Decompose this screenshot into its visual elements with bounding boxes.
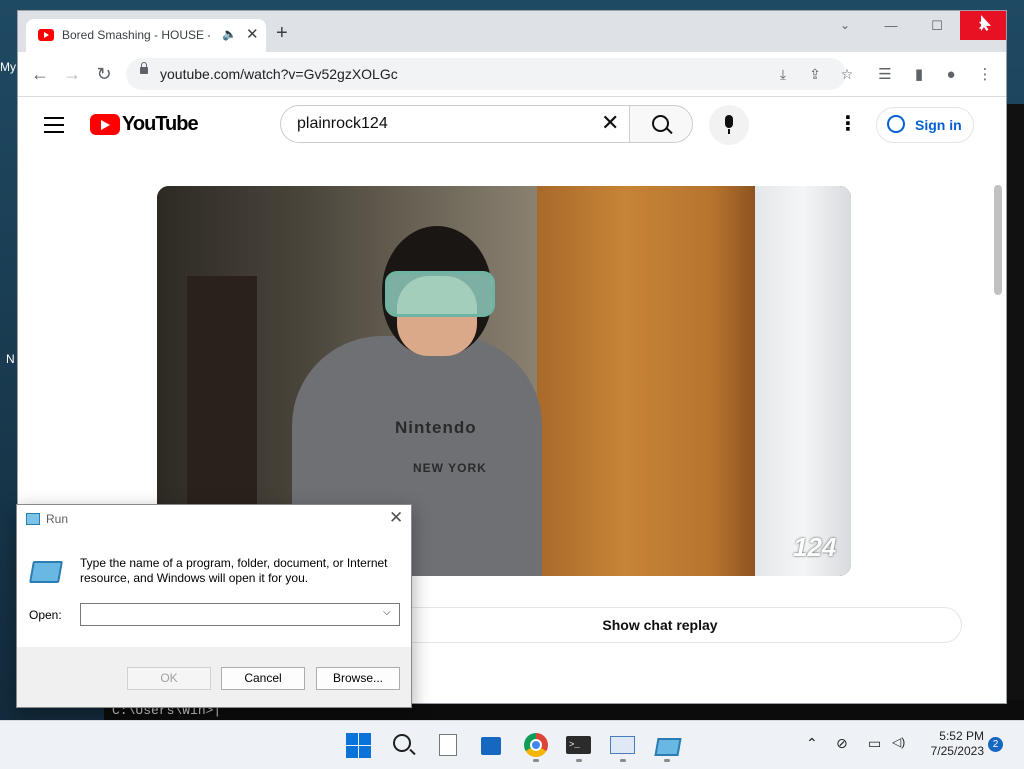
tab-strip: Bored Smashing - HOUSE - YouTube 🔈 ✕ + ⌄… [18, 11, 1006, 52]
browse-button[interactable]: Browse... [316, 667, 400, 690]
open-label: Open: [29, 608, 62, 622]
back-button[interactable]: ← [28, 62, 52, 86]
tab-close-icon[interactable]: ✕ [246, 25, 259, 43]
video-doorframe [755, 186, 851, 576]
clock-date: 7/25/2023 [930, 744, 984, 758]
notification-badge[interactable]: 2 [988, 737, 1003, 752]
address-bar[interactable]: youtube.com/watch?v=Gv52gzXOLGc ⤓ ⇪ ☆ [126, 58, 853, 90]
speaker-icon[interactable]: 🔈 [222, 27, 237, 41]
youtube-favicon-icon [38, 29, 54, 41]
open-combobox[interactable]: ⌵ [80, 603, 400, 626]
run-title: Run [46, 512, 69, 526]
guide-menu-icon[interactable] [44, 117, 64, 133]
chevron-down-icon[interactable]: ⌵ [383, 607, 391, 618]
reading-list-icon[interactable]: ☰ [874, 64, 896, 86]
search-box[interactable]: ✕ [280, 105, 630, 143]
maximize-button[interactable]: ☐ [914, 11, 960, 40]
tab-title: Bored Smashing - HOUSE - YouTube [62, 28, 210, 42]
running-indicator [533, 759, 539, 762]
hoodie-text: Nintendo [395, 418, 477, 437]
install-icon[interactable]: ⤓ [772, 64, 794, 84]
volume-icon[interactable]: ◁) [892, 735, 905, 749]
lock-icon[interactable] [140, 62, 148, 74]
file-icon[interactable] [435, 731, 463, 759]
open-input[interactable] [84, 607, 378, 624]
store-icon[interactable] [478, 731, 506, 759]
run-titlebar[interactable]: Run ✕ [17, 505, 411, 533]
profile-icon[interactable]: ● [940, 64, 962, 86]
youtube-logo-text: YouTube [122, 113, 199, 135]
sign-in-button[interactable]: Sign in [876, 107, 974, 143]
minimize-button[interactable]: — [868, 11, 914, 40]
run-description: Type the name of a program, folder, docu… [80, 556, 388, 585]
run-dialog: Run ✕ Type the name of a program, folder… [16, 504, 412, 708]
run-close-icon[interactable]: ✕ [389, 508, 403, 528]
video-door [537, 186, 755, 576]
desktop-icon-label[interactable]: N [6, 352, 15, 366]
sign-in-label: Sign in [915, 117, 962, 133]
channel-watermark[interactable]: 124 [793, 532, 836, 563]
voice-search-button[interactable] [709, 105, 749, 145]
network-icon[interactable]: ⊘ [836, 735, 848, 752]
monitor-icon[interactable]: ▭ [868, 735, 881, 752]
search-button[interactable] [629, 105, 693, 143]
share-icon[interactable]: ⇪ [804, 64, 826, 84]
side-panel-icon[interactable]: ▮ [908, 64, 930, 86]
desktop-icon-label[interactable]: My [0, 60, 16, 74]
new-tab-button[interactable]: + [276, 23, 288, 43]
account-icon [887, 115, 905, 133]
star-icon[interactable]: ☆ [836, 64, 858, 84]
url-text[interactable]: youtube.com/watch?v=Gv52gzXOLGc [160, 66, 398, 82]
taskbar: >_ ⌃ ⊘ ▭ ◁) 5:52 PM 7/25/2023 2 [0, 720, 1024, 769]
hoodie-subtext: NEW YORK [413, 461, 487, 475]
chrome-icon[interactable] [522, 731, 550, 759]
page-scrollbar[interactable] [994, 185, 1002, 295]
clear-search-icon[interactable]: ✕ [601, 111, 619, 135]
performance-icon[interactable] [609, 731, 637, 759]
show-hidden-icons-chevron-icon[interactable]: ⌃ [806, 735, 818, 752]
system-clock[interactable]: 5:52 PM 7/25/2023 [920, 729, 984, 759]
settings-kebab-icon[interactable]: ⋮ [838, 114, 858, 135]
clock-time: 5:52 PM [939, 729, 984, 743]
browser-toolbar: ← → ↻ youtube.com/watch?v=Gv52gzXOLGc ⤓ … [18, 52, 1006, 97]
background-window-edge [1006, 104, 1024, 700]
microphone-stand [728, 129, 730, 134]
search-icon[interactable] [390, 731, 418, 759]
terminal-icon[interactable]: >_ [565, 731, 593, 759]
forward-button[interactable]: → [60, 62, 84, 86]
run-button-bar: OK Cancel Browse... [17, 647, 411, 707]
run-icon [26, 513, 40, 525]
youtube-play-icon [90, 114, 120, 135]
search-icon [652, 115, 669, 132]
start-icon[interactable] [346, 731, 374, 759]
video-person-goggles [385, 271, 495, 317]
cancel-button[interactable]: Cancel [221, 667, 305, 690]
menu-icon[interactable]: ⋮ [974, 64, 996, 86]
run-icon[interactable] [653, 731, 682, 759]
reload-button[interactable]: ↻ [92, 62, 116, 86]
search-input[interactable] [297, 114, 587, 134]
tab-search-button[interactable]: ⌄ [822, 11, 868, 40]
show-chat-replay-button[interactable]: Show chat replay [358, 607, 962, 643]
running-indicator [576, 759, 582, 762]
running-indicator [620, 759, 626, 762]
tab-youtube[interactable]: Bored Smashing - HOUSE - YouTube 🔈 ✕ [26, 19, 266, 52]
microphone-icon [725, 115, 733, 128]
ok-button[interactable]: OK [127, 667, 211, 690]
run-program-icon [29, 561, 63, 583]
running-indicator [664, 759, 670, 762]
